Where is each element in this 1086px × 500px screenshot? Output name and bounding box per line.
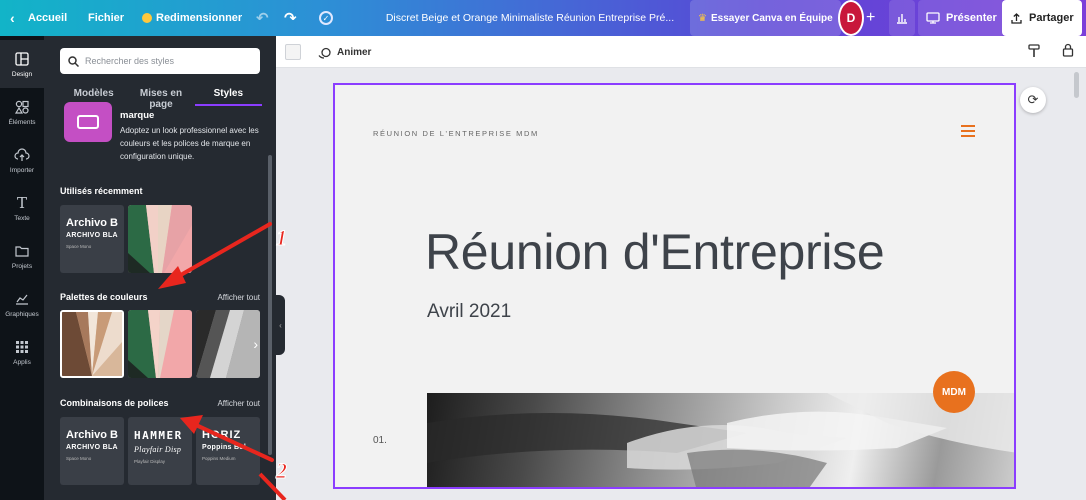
regenerate-icon[interactable]: ⟳ xyxy=(1020,87,1046,113)
brand-kit-description: Adoptez un look professionnel avec les c… xyxy=(120,126,259,161)
font-combo-horizon[interactable]: HORIZ Poppins Bol Poppins Medium xyxy=(196,417,260,485)
font-sample-body: Space Mono xyxy=(66,244,92,249)
present-button[interactable]: Présenter xyxy=(918,0,1005,36)
team-hands-photo[interactable] xyxy=(427,393,1014,487)
search-input[interactable] xyxy=(85,56,255,66)
rail-label: Projets xyxy=(11,262,33,270)
rail-item-text[interactable]: T Texte xyxy=(0,184,44,232)
palettes-see-all-link[interactable]: Afficher tout xyxy=(217,293,260,302)
background-color-swatch[interactable] xyxy=(285,44,301,60)
palette-green-pink[interactable] xyxy=(128,310,192,378)
rail-item-elements[interactable]: Éléments xyxy=(0,88,44,136)
recent-color-palette[interactable] xyxy=(128,205,192,273)
rail-item-charts[interactable]: Graphiques xyxy=(0,280,44,328)
collapse-panel-handle[interactable]: ‹ xyxy=(276,295,285,355)
insights-icon[interactable] xyxy=(889,0,915,36)
brand-kit-illustration xyxy=(64,102,112,142)
folder-icon xyxy=(14,243,30,259)
slide-subtitle[interactable]: RÉUNION DE L'ENTREPRISE MDM xyxy=(373,129,539,138)
tab-styles[interactable]: Styles xyxy=(194,82,262,106)
shapes-icon xyxy=(14,99,30,115)
rail-item-upload[interactable]: Importer xyxy=(0,136,44,184)
home-button[interactable]: Accueil xyxy=(28,0,67,36)
rail-label: Applis xyxy=(13,358,31,366)
font-sample-heading: HORIZ xyxy=(202,429,242,441)
font-sample-subheading: ARCHIVO BLA xyxy=(66,444,118,451)
slide-date[interactable]: Avril 2021 xyxy=(427,301,511,323)
undo-icon[interactable]: ↶ xyxy=(256,0,269,36)
animate-button[interactable]: Animer xyxy=(318,36,371,68)
font-sample-body: Playfair Display xyxy=(134,459,166,464)
lock-icon[interactable] xyxy=(1062,43,1074,60)
rail-label: Graphiques xyxy=(5,310,39,318)
chart-icon xyxy=(14,291,30,307)
font-sample-subheading: Playfair Disp xyxy=(134,445,182,454)
recent-title: Utilisés récemment xyxy=(60,186,143,196)
add-member-icon[interactable]: + xyxy=(866,0,875,36)
back-chevron-icon[interactable]: ‹ xyxy=(10,0,15,36)
palette-beige[interactable] xyxy=(60,310,124,378)
font-combo-hammer[interactable]: HAMMER Playfair Disp Playfair Display xyxy=(128,417,192,485)
recent-font-combo[interactable]: Archivo B ARCHIVO BLA Space Mono xyxy=(60,205,124,273)
font-sample-heading: Archivo B xyxy=(66,429,118,441)
crown-coin-icon xyxy=(142,13,152,23)
font-combos-title: Combinaisons de polices xyxy=(60,398,169,408)
try-team-label: Essayer Canva en Équipe xyxy=(710,12,833,24)
paint-roller-icon[interactable] xyxy=(1028,44,1040,61)
redo-icon[interactable]: ↷ xyxy=(284,0,297,36)
panel-scrollbar[interactable] xyxy=(268,155,272,455)
slide-title[interactable]: Réunion d'Entreprise xyxy=(425,223,885,281)
styles-panel: Modèles Mises en page Styles marque Adop… xyxy=(44,36,276,500)
document-title[interactable]: Discret Beige et Orange Minimaliste Réun… xyxy=(380,0,680,36)
slide-number[interactable]: 01. xyxy=(373,435,387,446)
font-sample-body: Poppins Medium xyxy=(202,456,236,461)
font-sample-subheading: ARCHIVO BLA xyxy=(66,232,118,239)
font-sample-subheading: Poppins Bol xyxy=(202,444,247,451)
rail-label: Éléments xyxy=(8,118,36,126)
apps-grid-icon xyxy=(14,339,30,355)
upload-icon xyxy=(1011,12,1022,24)
resize-button[interactable]: Redimensionner xyxy=(142,0,242,36)
share-label: Partager xyxy=(1029,12,1074,24)
top-bar: ‹ Accueil Fichier Redimensionner ↶ ↷ ✓ D… xyxy=(0,0,1086,36)
resize-label: Redimensionner xyxy=(156,12,243,24)
mdm-badge[interactable]: MDM xyxy=(933,371,975,413)
try-team-button[interactable]: ♛ Essayer Canva en Équipe xyxy=(690,0,841,36)
rail-item-apps[interactable]: Applis xyxy=(0,328,44,376)
present-label: Présenter xyxy=(946,12,997,24)
animate-icon xyxy=(318,47,331,59)
text-icon: T xyxy=(16,193,27,212)
rail-label: Texte xyxy=(14,214,30,222)
search-box[interactable] xyxy=(60,48,260,74)
tab-layouts[interactable]: Mises en page xyxy=(127,82,194,110)
animate-label: Animer xyxy=(337,46,372,58)
slide[interactable]: RÉUNION DE L'ENTREPRISE MDM Réunion d'En… xyxy=(333,83,1016,489)
brand-kit-title: marque xyxy=(120,110,155,121)
font-combos-see-all-link[interactable]: Afficher tout xyxy=(217,399,260,408)
palettes-title: Palettes de couleurs xyxy=(60,292,148,302)
font-sample-body: Space Mono xyxy=(66,456,92,461)
search-icon xyxy=(68,55,79,67)
file-menu[interactable]: Fichier xyxy=(88,0,124,36)
rail-label: Design xyxy=(11,70,33,78)
font-combo-archivo[interactable]: Archivo B ARCHIVO BLA Space Mono xyxy=(60,417,124,485)
hamburger-icon[interactable] xyxy=(961,125,975,140)
left-rail: Design Éléments Importer T Texte Projets… xyxy=(0,36,44,500)
share-button[interactable]: Partager xyxy=(1002,0,1082,36)
cloud-upload-icon xyxy=(14,147,30,163)
editor-toolbar: Animer xyxy=(276,36,1086,68)
palette-grayscale[interactable]: › xyxy=(196,310,260,378)
carousel-next-icon[interactable]: › xyxy=(253,336,258,352)
layout-icon xyxy=(14,51,30,67)
screen-icon xyxy=(926,12,940,24)
font-sample-heading: HAMMER xyxy=(134,429,183,442)
font-sample-heading: Archivo B xyxy=(66,217,118,229)
avatar[interactable]: D xyxy=(838,0,864,36)
canvas-scrollbar[interactable] xyxy=(1074,72,1079,98)
rail-label: Importer xyxy=(9,166,35,174)
rail-item-projects[interactable]: Projets xyxy=(0,232,44,280)
crown-icon: ♛ xyxy=(698,12,707,24)
saved-status-icon[interactable]: ✓ xyxy=(319,0,333,36)
rail-item-design[interactable]: Design xyxy=(0,40,44,88)
